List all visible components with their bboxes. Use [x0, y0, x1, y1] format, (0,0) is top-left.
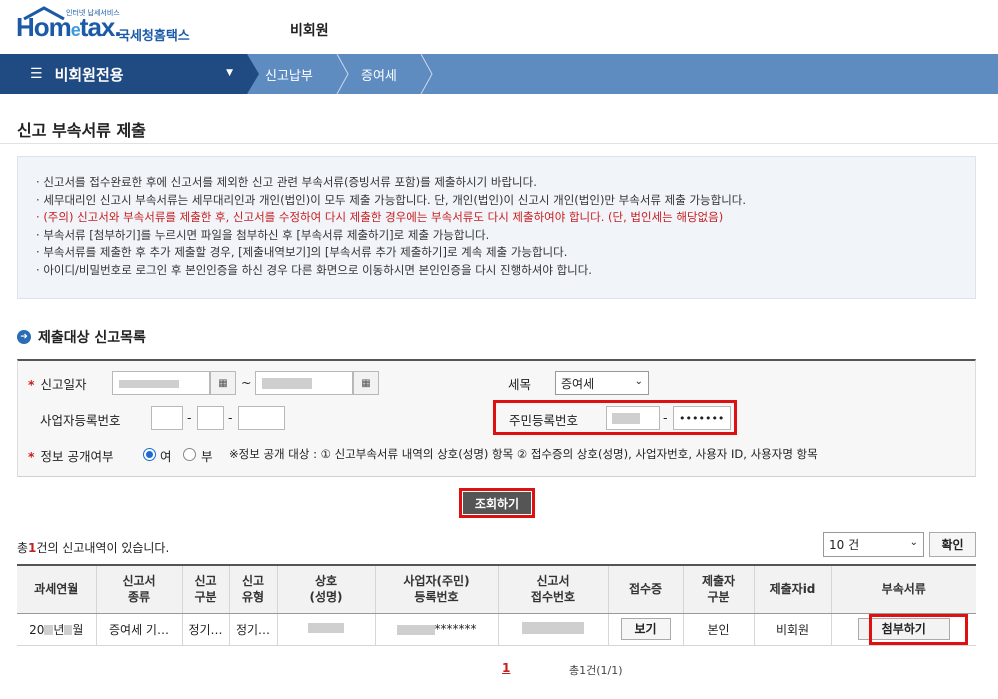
report-table: 과세연월 신고서 종류 신고 구분 신고 유형 상호 (성명) 사업자(주민) … — [17, 564, 976, 646]
cell-submitter-id: 비회원 — [753, 613, 831, 646]
col-header: 신고 구분 — [181, 565, 229, 614]
dash: - — [187, 410, 192, 425]
caret-down-icon: ▼ — [226, 68, 233, 78]
confirm-button[interactable]: 확인 — [929, 532, 976, 557]
tax-item-select[interactable]: 증여세 ⌄ — [555, 371, 649, 395]
date-to-input[interactable] — [255, 371, 353, 395]
member-status: 비회원 — [290, 23, 329, 39]
menu-label: 비회원전용 — [54, 65, 124, 84]
arrow-circle-icon: ➜ — [17, 330, 31, 344]
page-link-current[interactable]: 1 — [502, 661, 510, 675]
breadcrumb-separator-icon — [336, 54, 349, 94]
business-number-part2[interactable] — [197, 406, 224, 430]
col-header: 신고 유형 — [228, 565, 277, 614]
notice-item: · 부속서류를 제출한 후 추가 제출할 경우, [제출내역보기]의 [부속서류… — [36, 245, 568, 260]
cell-submitter-division: 본인 — [682, 613, 754, 646]
logo-brand: Hometax. — [16, 12, 122, 42]
col-header: 제출자 구분 — [682, 565, 754, 614]
disclosure-no-label: 부 — [201, 449, 213, 464]
business-number-part3[interactable] — [238, 406, 285, 430]
chevron-down-icon: ⌄ — [909, 537, 918, 548]
calendar-icon[interactable]: ▦ — [353, 371, 379, 395]
table-header-row: 과세연월 신고서 종류 신고 구분 신고 유형 상호 (성명) 사업자(주민) … — [17, 565, 976, 614]
col-header: 접수증 — [607, 565, 683, 614]
resident-number-back[interactable]: ••••••• — [673, 406, 731, 430]
disclosure-label: * 정보 공개여부 — [28, 449, 114, 464]
notice-item: · 신고서를 접수완료한 후에 신고서를 제외한 신고 관련 부속서류(증빙서류… — [36, 175, 537, 189]
calendar-icon[interactable]: ▦ — [210, 371, 236, 395]
date-range-tilde: ~ — [241, 375, 252, 390]
col-header: 제출자id — [753, 565, 831, 614]
breadcrumb-separator-icon — [420, 54, 433, 94]
hometax-logo[interactable]: 인터넷 납세서비스 Hometax. 국세청홈택스 — [16, 6, 201, 46]
col-header: 신고서 접수번호 — [497, 565, 608, 614]
pagination-info: 총1건(1/1) — [569, 664, 623, 677]
page-size-select[interactable]: 10 건 ⌄ — [823, 532, 924, 557]
result-count: 총1건의 신고내역이 있습니다. — [17, 541, 170, 555]
dash: - — [663, 410, 668, 425]
logo-korean-name: 국세청홈택스 — [118, 29, 190, 44]
date-label: * 신고일자 — [28, 377, 87, 392]
section-heading: ➜ 제출대상 신고목록 — [17, 327, 146, 347]
business-number-label: 사업자등록번호 — [40, 413, 121, 428]
col-header: 사업자(주민) 등록번호 — [374, 565, 498, 614]
tax-item-label: 세목 — [508, 377, 532, 392]
resident-number-label: 주민등록번호 — [509, 413, 579, 428]
resident-number-front[interactable] — [606, 406, 660, 430]
business-number-part1[interactable] — [151, 406, 183, 430]
col-header: 신고서 종류 — [95, 565, 182, 614]
hamburger-icon: ☰ — [30, 66, 43, 82]
disclosure-yes-radio[interactable] — [143, 448, 156, 461]
notice-box: · 신고서를 접수완료한 후에 신고서를 제외한 신고 관련 부속서류(증빙서류… — [17, 156, 976, 299]
cell-tax-period: 20 년 월 — [17, 613, 96, 646]
menu-toggle-button[interactable]: ☰ 비회원전용 ▼ — [0, 54, 247, 94]
dash: - — [228, 410, 233, 425]
table-row: 20 년 월 증여세 기… 정기… 정기… ******* 보기 본인 비회원 첨부… — [17, 613, 976, 646]
cell-report-division: 정기… — [181, 613, 229, 646]
notice-item: · 세무대리인 신고시 부속서류는 세무대리인과 개인(법인)이 모두 제출 가… — [36, 192, 747, 207]
notice-item: · 부속서류 [첨부하기]를 누르시면 파일을 첨부하신 후 [부속서류 제출하… — [36, 227, 490, 242]
navigation-bar: ☰ 비회원전용 ▼ 신고납부 증여세 — [0, 54, 998, 94]
title-divider — [0, 143, 998, 144]
query-button[interactable]: 조회하기 — [463, 492, 531, 514]
search-form: * 신고일자 ▦ ~ ▦ 세목 증여세 ⌄ 사업자등록번호 - - 주민등록번호 -… — [17, 359, 976, 477]
disclosure-yes-label: 여 — [160, 449, 172, 464]
disclosure-no-radio[interactable] — [183, 448, 196, 461]
view-receipt-button[interactable]: 보기 — [620, 618, 671, 640]
cell-name — [276, 613, 375, 646]
cell-receipt-number — [497, 613, 608, 646]
col-header: 과세연월 — [17, 565, 96, 614]
chevron-down-icon: ⌄ — [634, 376, 643, 387]
breadcrumb-item-gift-tax[interactable]: 증여세 — [361, 54, 397, 94]
cell-receipt: 보기 — [607, 613, 683, 646]
cell-report-type: 정기… — [228, 613, 277, 646]
attach-highlight — [869, 614, 968, 645]
col-header: 상호 (성명) — [276, 565, 375, 614]
disclosure-note: ※정보 공개 대상 : ① 신고부속서류 내역의 상호(성명) 항목 ② 접수증… — [229, 447, 818, 461]
top-header: 인터넷 납세서비스 Hometax. 국세청홈택스 비회원 — [0, 0, 998, 54]
notice-item-warning: · (주의) 신고서와 부속서류를 제출한 후, 신고서를 수정하여 다시 제출… — [36, 210, 724, 225]
breadcrumb-item-report-payment[interactable]: 신고납부 — [265, 54, 313, 94]
cell-registration-number: ******* — [374, 613, 498, 646]
breadcrumb-separator-icon — [247, 54, 259, 94]
cell-form-type: 증여세 기… — [95, 613, 182, 646]
date-from-input[interactable] — [112, 371, 210, 395]
page-title: 신고 부속서류 제출 — [17, 121, 146, 140]
notice-item: · 아이디/비밀번호로 로그인 후 본인인증을 하신 경우 다른 화면으로 이동… — [36, 262, 592, 277]
col-header: 부속서류 — [830, 565, 976, 614]
